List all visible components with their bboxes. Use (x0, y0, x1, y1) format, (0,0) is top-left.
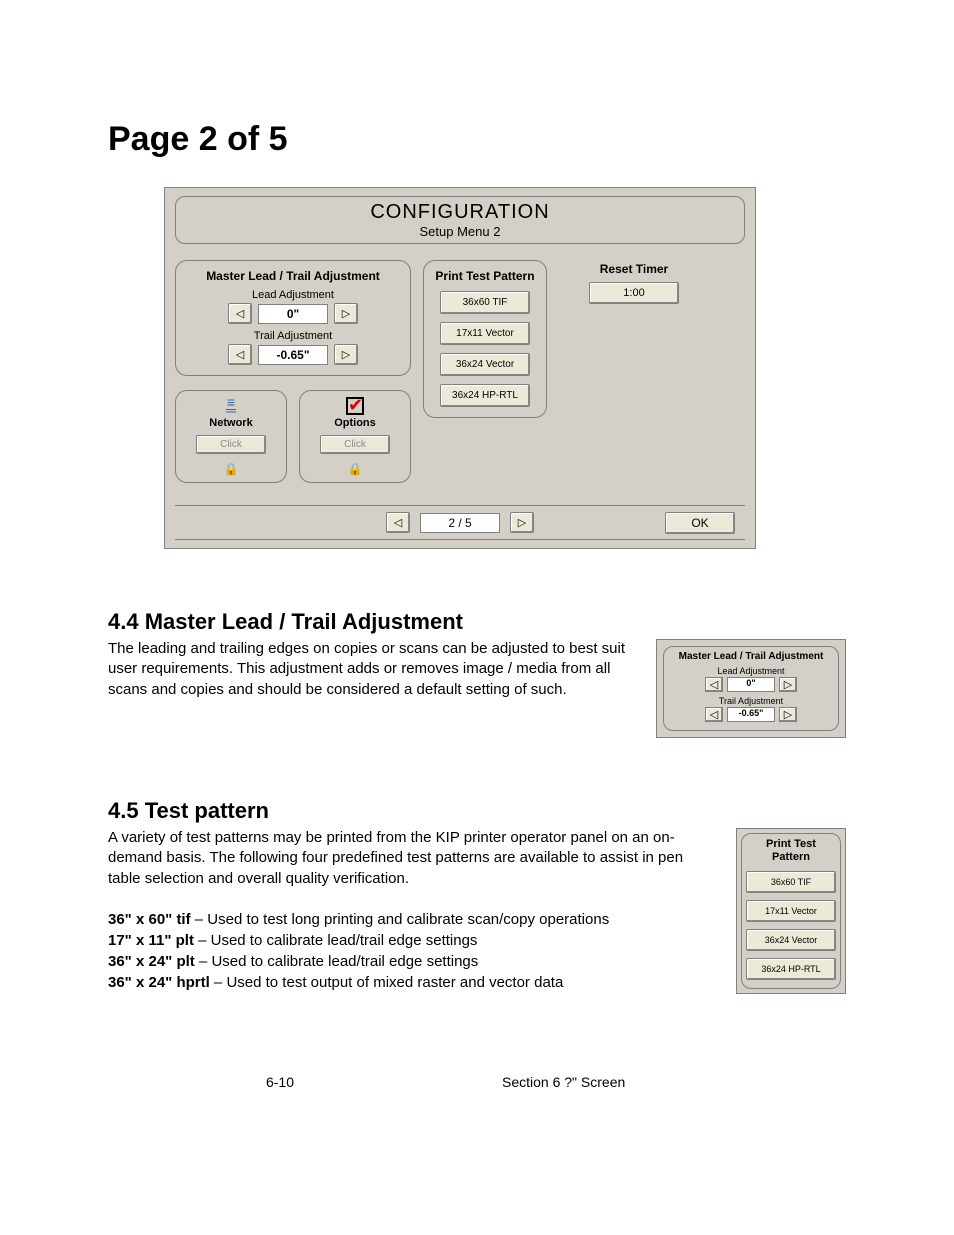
mini-print-36x24h-button[interactable]: 36x24 HP-RTL (746, 958, 836, 980)
config-title: CONFIGURATION (176, 201, 744, 224)
config-titlebar: CONFIGURATION Setup Menu 2 (175, 196, 745, 244)
mini-trail-label: Trail Adjustment (670, 696, 832, 706)
trail-decrement-button[interactable] (228, 344, 252, 365)
master-adjust-group: Master Lead / Trail Adjustment Lead Adju… (175, 260, 411, 376)
mini-print-title: Print Test Pattern (746, 838, 836, 864)
network-icon: ≡═ (226, 398, 236, 414)
footer-section: Section 6 ?" Screen (452, 1074, 846, 1090)
section-4-4-body: The leading and trailing edges on copies… (108, 639, 636, 700)
mini-print-36x24v-button[interactable]: 36x24 Vector (746, 929, 836, 951)
page-indicator: 2 / 5 (420, 513, 500, 533)
trail-adjust-label: Trail Adjustment (184, 330, 402, 342)
network-lock-icon: 🔒 (180, 462, 282, 476)
options-card: Options Click 🔒 (299, 390, 411, 483)
mini-master-title: Master Lead / Trail Adjustment (670, 651, 832, 662)
config-footer: 2 / 5 OK (175, 505, 745, 540)
config-panel: CONFIGURATION Setup Menu 2 Master Lead /… (164, 187, 756, 549)
network-label: Network (180, 417, 282, 429)
page-next-button[interactable] (510, 512, 534, 533)
page-title: Page 2 of 5 (108, 120, 846, 159)
options-click-button[interactable]: Click (320, 435, 390, 454)
mini-trail-inc-button[interactable] (779, 707, 797, 722)
print-36x60-tif-button[interactable]: 36x60 TIF (440, 291, 530, 314)
print-test-group: Print Test Pattern 36x60 TIF 17x11 Vecto… (423, 260, 547, 418)
network-click-button[interactable]: Click (196, 435, 266, 454)
mini-print-36x60-button[interactable]: 36x60 TIF (746, 871, 836, 893)
config-subtitle: Setup Menu 2 (176, 224, 744, 239)
mini-print-17x11-button[interactable]: 17x11 Vector (746, 900, 836, 922)
mini-trail-value: -0.65" (727, 707, 775, 722)
footer-page-number: 6-10 (108, 1074, 452, 1090)
mini-lead-dec-button[interactable] (705, 677, 723, 692)
master-adjust-title: Master Lead / Trail Adjustment (184, 269, 402, 283)
ok-button[interactable]: OK (665, 512, 735, 534)
print-17x11-vector-button[interactable]: 17x11 Vector (440, 322, 530, 345)
mini-print-panel: Print Test Pattern 36x60 TIF 17x11 Vecto… (736, 828, 846, 994)
lead-adjust-label: Lead Adjustment (184, 289, 402, 301)
section-4-4-heading: 4.4 Master Lead / Trail Adjustment (108, 609, 846, 635)
section-4-5-heading: 4.5 Test pattern (108, 798, 846, 824)
options-check-icon (346, 397, 364, 415)
test-pattern-definitions: 36" x 60" tif – Used to test long printi… (108, 909, 716, 993)
network-card: ≡═ Network Click 🔒 (175, 390, 287, 483)
reset-timer-title: Reset Timer (559, 262, 709, 276)
print-36x24-hprtl-button[interactable]: 36x24 HP-RTL (440, 384, 530, 407)
def-17x11-plt: 17" x 11" plt – Used to calibrate lead/t… (108, 930, 716, 951)
def-36x60-tif: 36" x 60" tif – Used to test long printi… (108, 909, 716, 930)
print-36x24-vector-button[interactable]: 36x24 Vector (440, 353, 530, 376)
reset-timer-group: Reset Timer 1:00 (559, 260, 709, 304)
mini-trail-dec-button[interactable] (705, 707, 723, 722)
def-36x24-hprtl: 36" x 24" hprtl – Used to test output of… (108, 972, 716, 993)
lead-decrement-button[interactable] (228, 303, 252, 324)
section-4-5-body: A variety of test patterns may be printe… (108, 828, 716, 889)
trail-increment-button[interactable] (334, 344, 358, 365)
mini-lead-inc-button[interactable] (779, 677, 797, 692)
print-test-title: Print Test Pattern (432, 269, 538, 283)
trail-value: -0.65" (258, 345, 328, 365)
page-footer: 6-10 Section 6 ?" Screen (108, 1074, 846, 1090)
options-lock-icon: 🔒 (304, 462, 406, 476)
mini-master-panel: Master Lead / Trail Adjustment Lead Adju… (656, 639, 846, 738)
lead-value: 0" (258, 304, 328, 324)
mini-lead-value: 0" (727, 677, 775, 692)
reset-timer-value[interactable]: 1:00 (589, 282, 679, 304)
mini-lead-label: Lead Adjustment (670, 666, 832, 676)
page-prev-button[interactable] (386, 512, 410, 533)
options-label: Options (304, 417, 406, 429)
lead-increment-button[interactable] (334, 303, 358, 324)
def-36x24-plt: 36" x 24" plt – Used to calibrate lead/t… (108, 951, 716, 972)
